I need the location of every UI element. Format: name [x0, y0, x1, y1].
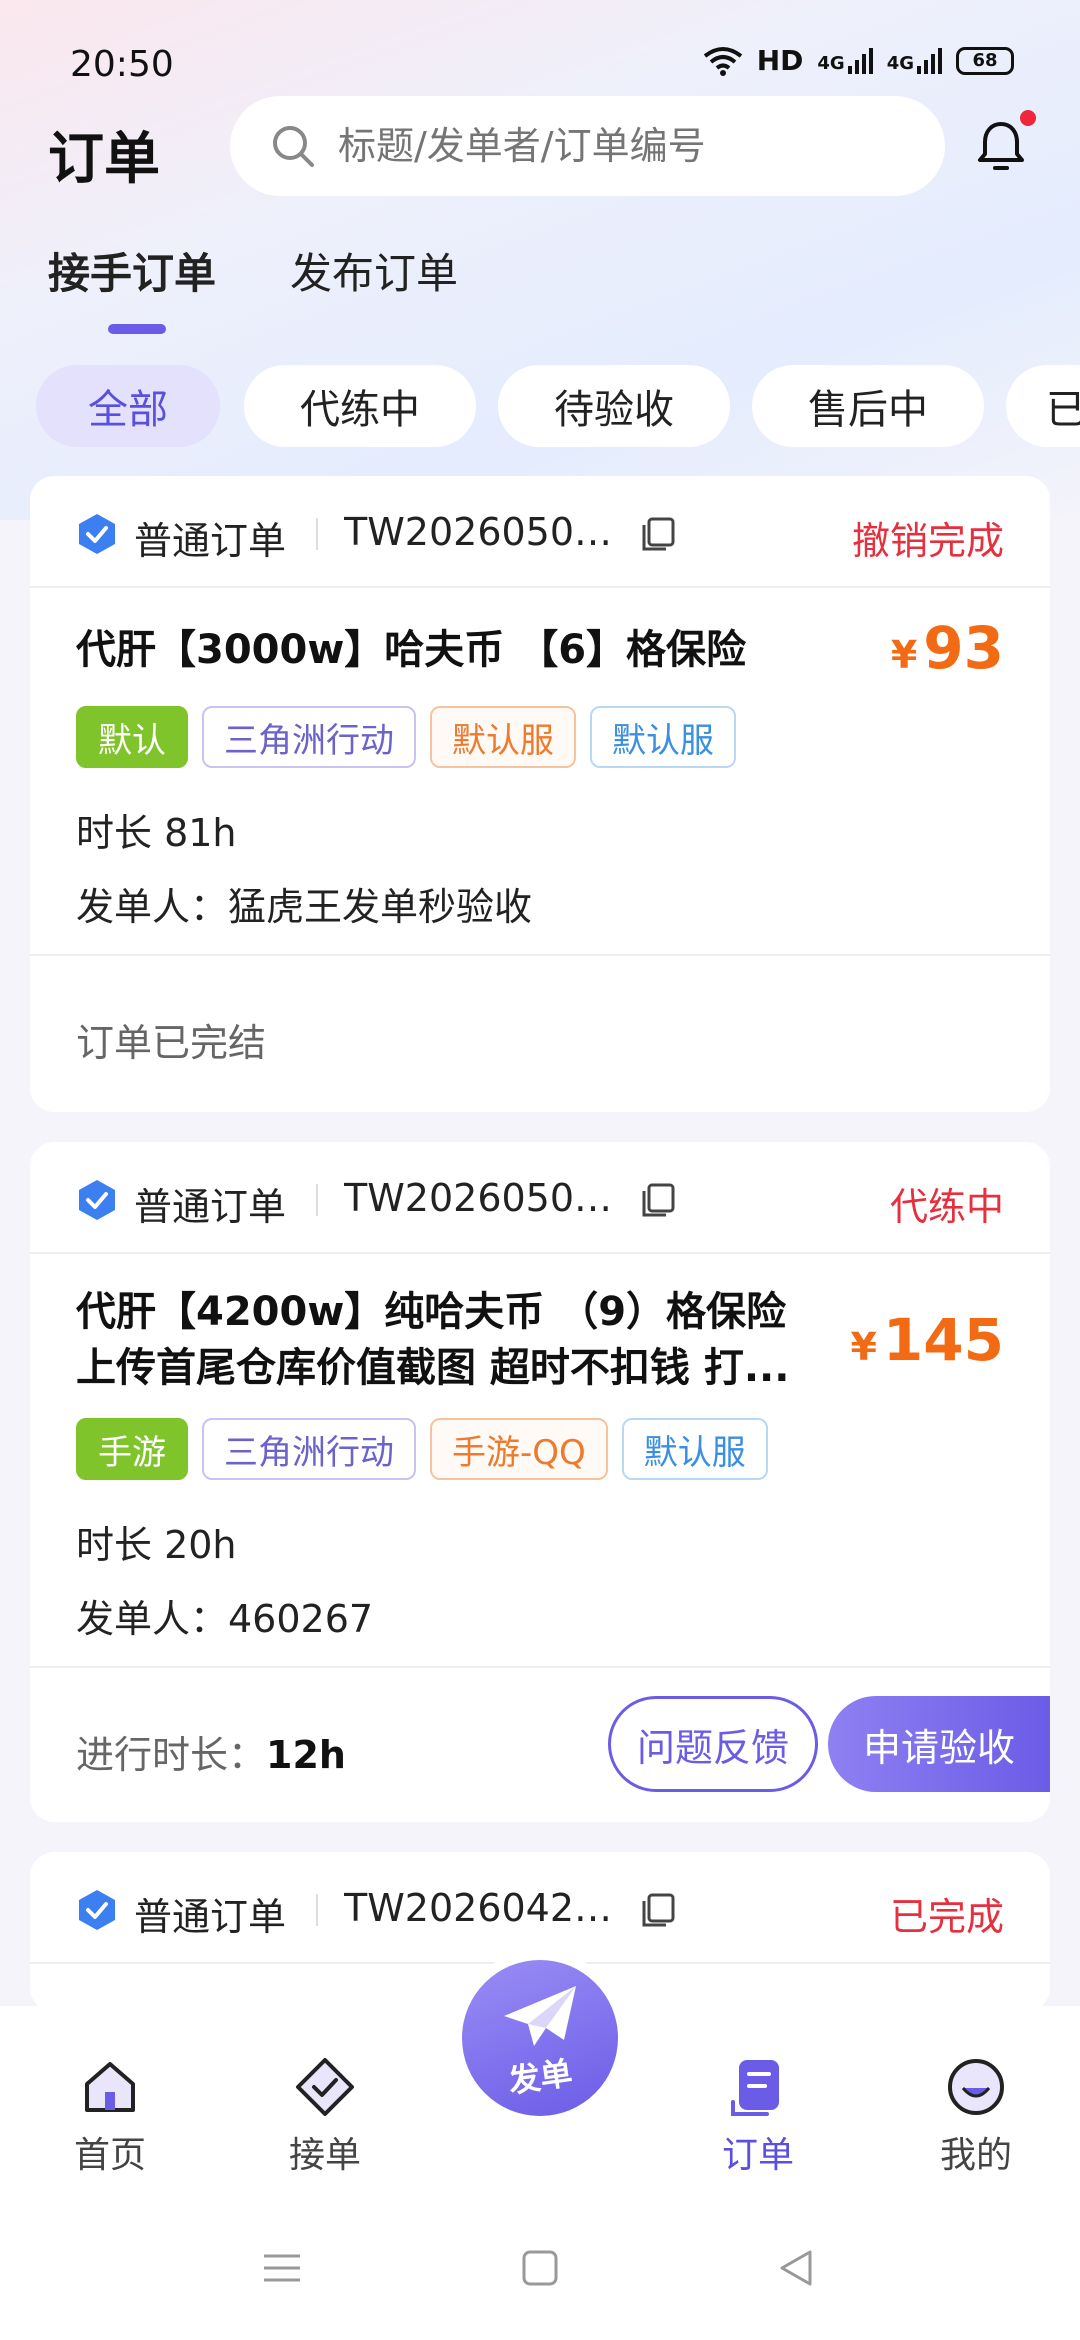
network-type: HD: [756, 44, 804, 77]
search-box[interactable]: [230, 96, 945, 196]
order-type: 普通订单: [134, 1895, 287, 1939]
filter-row: 全部 代练中 待验收 售后中 已: [36, 365, 1080, 449]
accept-icon: [296, 2058, 354, 2116]
nav-label: 接单: [288, 2135, 361, 2176]
search-input[interactable]: [338, 124, 898, 168]
order-footer-text: 订单已完结: [76, 1021, 267, 1065]
tab-received-orders[interactable]: 接手订单: [48, 240, 216, 301]
battery-icon: 68: [956, 46, 1014, 75]
nav-orders[interactable]: 订单: [688, 2056, 828, 2178]
order-status: 已完成: [889, 1895, 1004, 1939]
tab-indicator: [108, 324, 166, 334]
tag-list: 默认 三角洲行动 默认服 默认服: [76, 706, 736, 768]
order-number: TW20260428...: [344, 1886, 634, 1930]
card-footer: 进行时长：12h 问题反馈 申请验收: [30, 1666, 1050, 1822]
filter-pending-acceptance[interactable]: 待验收: [498, 365, 730, 447]
order-type: 普通订单: [134, 519, 287, 563]
tag-list: 手游 三角洲行动 手游-QQ 默认服: [76, 1418, 768, 1480]
order-publisher: 发单人：460267: [76, 1597, 374, 1641]
request-acceptance-button[interactable]: 申请验收: [828, 1696, 1050, 1792]
elapsed-value: 12h: [266, 1733, 346, 1777]
tab-published-orders[interactable]: 发布订单: [290, 240, 458, 301]
filter-in-progress[interactable]: 代练中: [244, 365, 476, 447]
card-header: 普通订单 TW20260502... 撤销完成: [30, 476, 1050, 588]
order-type: 普通订单: [134, 1185, 287, 1229]
nav-profile[interactable]: 我的: [906, 2056, 1046, 2178]
main-tabs: 接手订单 发布订单: [0, 240, 1080, 340]
card-header: 普通订单 TW20260502... 代练中: [30, 1142, 1050, 1254]
tag: 三角洲行动: [202, 1418, 416, 1480]
profile-icon: [948, 2059, 1004, 2115]
tag: 默认服: [621, 1418, 768, 1480]
tag: 默认服: [590, 706, 736, 768]
order-duration: 时长 20h: [76, 1523, 237, 1567]
orders-icon: [731, 2060, 779, 2116]
verified-shield-icon: [79, 1180, 115, 1220]
tag: 默认: [76, 706, 188, 768]
divider: [316, 518, 318, 550]
paper-plane-icon: [504, 1986, 576, 2046]
order-status: 代练中: [889, 1185, 1004, 1229]
copy-icon[interactable]: [640, 1892, 676, 1928]
tag: 默认服: [430, 706, 576, 768]
signal-icon: [847, 47, 873, 74]
home-square-icon[interactable]: [520, 2248, 560, 2288]
verified-shield-icon: [79, 1890, 115, 1930]
divider: [316, 1184, 318, 1216]
wifi-icon: [703, 46, 742, 76]
price-value: 93: [923, 614, 1004, 682]
order-title-line: 上传首尾仓库价值截图 超时不扣钱 打...: [76, 1345, 790, 1391]
header: 订单: [0, 96, 1080, 200]
verified-shield-icon: [79, 514, 115, 554]
tag: 三角洲行动: [202, 706, 416, 768]
nav-label: 首页: [73, 2135, 146, 2176]
order-number: TW20260502...: [344, 1176, 634, 1220]
home-icon: [85, 2062, 135, 2112]
order-title: 代肝【4200w】纯哈夫币 （9）格保险 上传首尾仓库价值截图 超时不扣钱 打.…: [76, 1284, 836, 1396]
nav-label: 订单: [721, 2135, 794, 2176]
order-duration: 时长 81h: [76, 811, 237, 855]
order-price: ¥ 93: [891, 614, 1004, 682]
search-icon: [273, 126, 314, 167]
filter-completed[interactable]: 已: [1006, 365, 1080, 447]
copy-icon[interactable]: [640, 1182, 676, 1218]
feedback-button[interactable]: 问题反馈: [608, 1696, 818, 1792]
currency-symbol: ¥: [850, 1325, 877, 1369]
page-title: 订单: [48, 127, 160, 192]
elapsed-time: 进行时长：12h: [76, 1724, 346, 1779]
signal-icon: [917, 47, 942, 74]
card-header: 普通订单 TW20260428... 已完成: [30, 1852, 1050, 1964]
price-value: 145: [882, 1306, 1004, 1374]
status-icons: HD 4G 4G 68: [703, 44, 1014, 77]
order-status: 撤销完成: [851, 519, 1004, 563]
order-card[interactable]: 普通订单 TW20260502... 代练中 代肝【4200w】纯哈夫币 （9）…: [30, 1142, 1050, 1822]
order-price: ¥ 145: [850, 1306, 1004, 1374]
order-title: 代肝【3000w】哈夫币 【6】格保险: [76, 627, 747, 673]
currency-symbol: ¥: [890, 633, 918, 677]
status-time: 20:50: [70, 44, 174, 85]
notification-dot: [1020, 110, 1036, 126]
tag: 手游-QQ: [430, 1418, 608, 1480]
filter-after-sales[interactable]: 售后中: [752, 365, 984, 447]
order-number: TW20260502...: [344, 510, 634, 554]
elapsed-label: 进行时长：: [76, 1733, 267, 1777]
tag: 手游: [76, 1418, 188, 1480]
bell-icon[interactable]: [972, 118, 1030, 176]
filter-all[interactable]: 全部: [36, 365, 220, 447]
card-footer: 订单已完结: [30, 954, 1050, 1112]
signal-4g-2: 4G: [887, 47, 942, 74]
menu-icon[interactable]: [260, 2248, 304, 2288]
signal-4g-1: 4G: [817, 47, 873, 74]
nav-accept[interactable]: 接单: [255, 2056, 395, 2178]
publish-order-button[interactable]: 发单: [462, 1960, 618, 2116]
copy-icon[interactable]: [640, 516, 676, 552]
order-publisher: 发单人：猛虎王发单秒验收: [76, 885, 533, 929]
nav-label: 我的: [939, 2135, 1012, 2176]
nav-home[interactable]: 首页: [40, 2056, 180, 2178]
order-title-line: 代肝【4200w】纯哈夫币 （9）格保险: [76, 1289, 787, 1335]
divider: [316, 1894, 318, 1926]
back-icon[interactable]: [776, 2248, 816, 2288]
order-card[interactable]: 普通订单 TW20260502... 撤销完成 代肝【3000w】哈夫币 【6】…: [30, 476, 1050, 1112]
